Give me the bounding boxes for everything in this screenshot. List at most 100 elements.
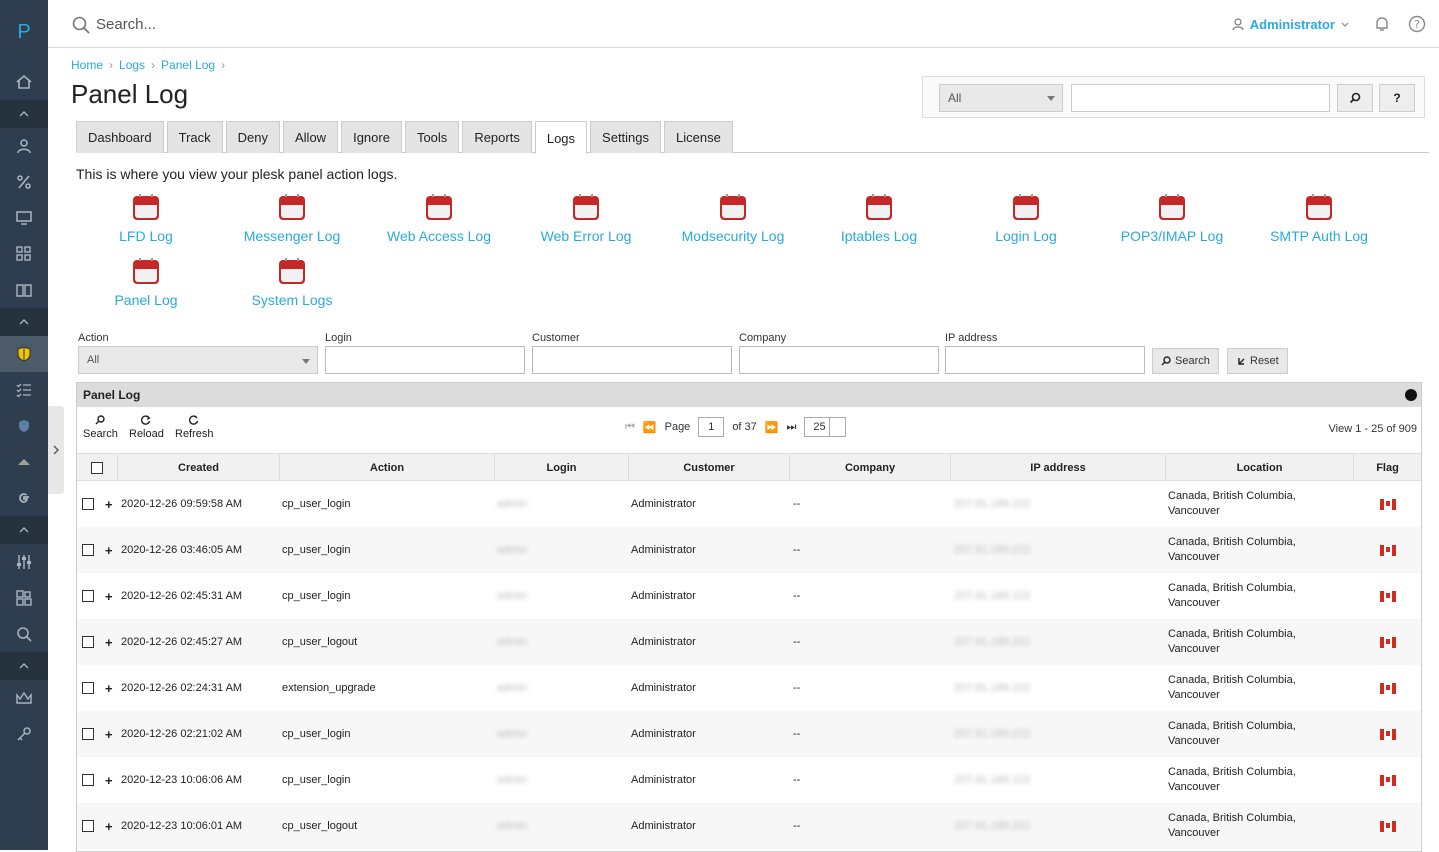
table-row[interactable]: +2020-12-23 10:06:01 AM cp_user_logout adm… [77, 803, 1421, 849]
tab-track[interactable]: Track [166, 121, 223, 153]
collapse-group-icon[interactable] [0, 308, 48, 336]
log-link-pop3-imap[interactable]: POP3/IMAP Log [1102, 194, 1242, 244]
percent-icon[interactable] [0, 164, 48, 200]
ship-icon[interactable] [0, 444, 48, 480]
tab-license[interactable]: License [664, 121, 733, 153]
tab-allow[interactable]: Allow [283, 121, 339, 153]
tab-ignore[interactable]: Ignore [341, 121, 402, 153]
select-all-checkbox[interactable] [91, 461, 103, 474]
col-location[interactable]: Location [1166, 454, 1354, 481]
table-row[interactable]: +2020-12-26 02:45:31 AM cp_user_login admi… [77, 573, 1421, 619]
tab-logs[interactable]: Logs [534, 121, 588, 154]
log-link-system[interactable]: System Logs [222, 258, 362, 308]
rows-per-page-select[interactable]: 25 [804, 417, 847, 437]
collapse-group-icon[interactable] [0, 100, 48, 128]
tab-deny[interactable]: Deny [225, 121, 280, 153]
tab-settings[interactable]: Settings [590, 121, 662, 153]
expand-row-icon[interactable]: + [105, 573, 113, 619]
log-link-panel[interactable]: Panel Log [76, 258, 216, 308]
table-row[interactable]: +2020-12-26 03:46:05 AM cp_user_login admi… [77, 527, 1421, 573]
plesk-logo[interactable]: P [0, 0, 48, 64]
checklist-icon[interactable] [0, 372, 48, 408]
extensions-icon[interactable] [0, 580, 48, 616]
next-page-icon[interactable]: ⏩ [765, 421, 779, 434]
key-icon[interactable] [0, 716, 48, 752]
log-link-messenger[interactable]: Messenger Log [222, 194, 362, 244]
grid-search-button[interactable]: Search [83, 415, 118, 440]
filter-action-select[interactable]: All [78, 346, 318, 374]
row-checkbox[interactable] [82, 820, 94, 832]
sidebar-expand-handle[interactable] [48, 406, 64, 494]
col-login[interactable]: Login [495, 454, 629, 481]
user-menu[interactable]: Administrator [1232, 17, 1349, 32]
log-link-lfd[interactable]: LFD Log [76, 194, 216, 244]
apps-grid-icon[interactable] [0, 236, 48, 272]
row-checkbox[interactable] [82, 728, 94, 740]
crown-icon[interactable] [0, 680, 48, 716]
expand-row-icon[interactable]: + [105, 619, 113, 665]
row-checkbox[interactable] [82, 636, 94, 648]
prev-page-icon[interactable]: ⏪ [643, 421, 657, 434]
quick-search-input[interactable] [1071, 84, 1330, 112]
last-page-icon[interactable]: ⏭ [786, 421, 796, 434]
help-icon[interactable]: ? [1408, 15, 1426, 33]
col-company[interactable]: Company [790, 454, 951, 481]
expand-row-icon[interactable]: + [105, 757, 113, 803]
row-checkbox[interactable] [82, 774, 94, 786]
log-link-web-access[interactable]: Web Access Log [369, 194, 509, 244]
collapse-grid-icon[interactable] [1405, 389, 1417, 401]
search-analytics-icon[interactable] [0, 616, 48, 652]
log-link-smtp-auth[interactable]: SMTP Auth Log [1249, 194, 1389, 244]
book-icon[interactable] [0, 272, 48, 308]
table-row[interactable]: +2020-12-26 09:59:58 AM cp_user_login admi… [77, 481, 1421, 527]
expand-row-icon[interactable]: + [105, 481, 113, 527]
col-customer[interactable]: Customer [629, 454, 790, 481]
log-link-login[interactable]: Login Log [956, 194, 1096, 244]
expand-row-icon[interactable]: + [105, 527, 113, 573]
breadcrumb-home[interactable]: Home [71, 58, 103, 72]
shield-extension-icon[interactable] [0, 336, 48, 372]
google-icon[interactable] [0, 480, 48, 516]
log-link-web-error[interactable]: Web Error Log [516, 194, 656, 244]
row-checkbox[interactable] [82, 544, 94, 556]
collapse-group-icon[interactable] [0, 516, 48, 544]
first-page-icon[interactable]: ⏮ [625, 421, 635, 434]
grid-refresh-button[interactable]: Refresh [175, 415, 214, 440]
monitor-icon[interactable] [0, 200, 48, 236]
filter-reset-button[interactable]: Reset [1227, 348, 1288, 374]
tab-tools[interactable]: Tools [404, 121, 460, 153]
col-flag[interactable]: Flag [1354, 454, 1421, 481]
collapse-group-icon[interactable] [0, 652, 48, 680]
log-link-iptables[interactable]: Iptables Log [809, 194, 949, 244]
row-checkbox[interactable] [82, 498, 94, 510]
filter-search-button[interactable]: Search [1152, 348, 1219, 374]
log-link-modsecurity[interactable]: Modsecurity Log [663, 194, 803, 244]
filter-ip-input[interactable] [945, 346, 1145, 374]
filter-customer-input[interactable] [532, 346, 732, 374]
expand-row-icon[interactable]: + [105, 711, 113, 757]
expand-row-icon[interactable]: + [105, 803, 113, 849]
col-created[interactable]: Created [118, 454, 280, 481]
row-checkbox[interactable] [82, 682, 94, 694]
tab-dashboard[interactable]: Dashboard [76, 121, 164, 153]
users-icon[interactable] [0, 128, 48, 164]
tab-reports[interactable]: Reports [462, 121, 532, 153]
grid-reload-button[interactable]: Reload [129, 415, 164, 440]
global-search-input[interactable]: Search... [96, 16, 156, 33]
breadcrumb-logs[interactable]: Logs [119, 58, 145, 72]
quick-help-button[interactable]: ? [1379, 84, 1415, 112]
filter-company-input[interactable] [739, 346, 939, 374]
expand-row-icon[interactable]: + [105, 665, 113, 711]
sliders-icon[interactable] [0, 544, 48, 580]
quick-search-select[interactable]: All [939, 84, 1063, 112]
notifications-icon[interactable] [1373, 15, 1391, 33]
table-row[interactable]: +2020-12-26 02:45:27 AM cp_user_logout adm… [77, 619, 1421, 665]
page-input[interactable]: 1 [698, 417, 725, 437]
security-shield-icon[interactable] [0, 408, 48, 444]
quick-search-button[interactable] [1337, 84, 1373, 112]
filter-login-input[interactable] [325, 346, 525, 374]
row-checkbox[interactable] [82, 590, 94, 602]
table-row[interactable]: +2020-12-23 10:06:06 AM cp_user_login admi… [77, 757, 1421, 803]
breadcrumb-panel-log[interactable]: Panel Log [161, 58, 215, 72]
table-row[interactable]: +2020-12-26 02:24:31 AM extension_upgrade… [77, 665, 1421, 711]
